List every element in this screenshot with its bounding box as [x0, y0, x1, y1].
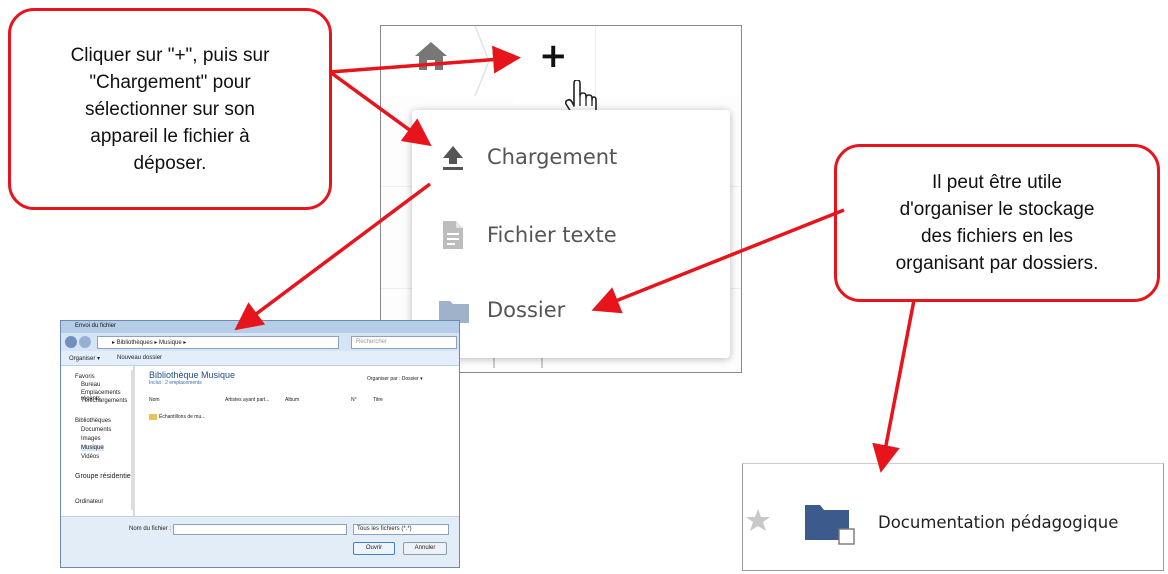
arrow-to-chargement [328, 70, 432, 147]
arrow-to-folder-row [872, 299, 916, 473]
arrow-to-dossier [591, 208, 845, 314]
arrow-to-dialog [234, 182, 432, 331]
arrow-to-plus [329, 45, 521, 74]
annotation-arrows [234, 45, 916, 473]
